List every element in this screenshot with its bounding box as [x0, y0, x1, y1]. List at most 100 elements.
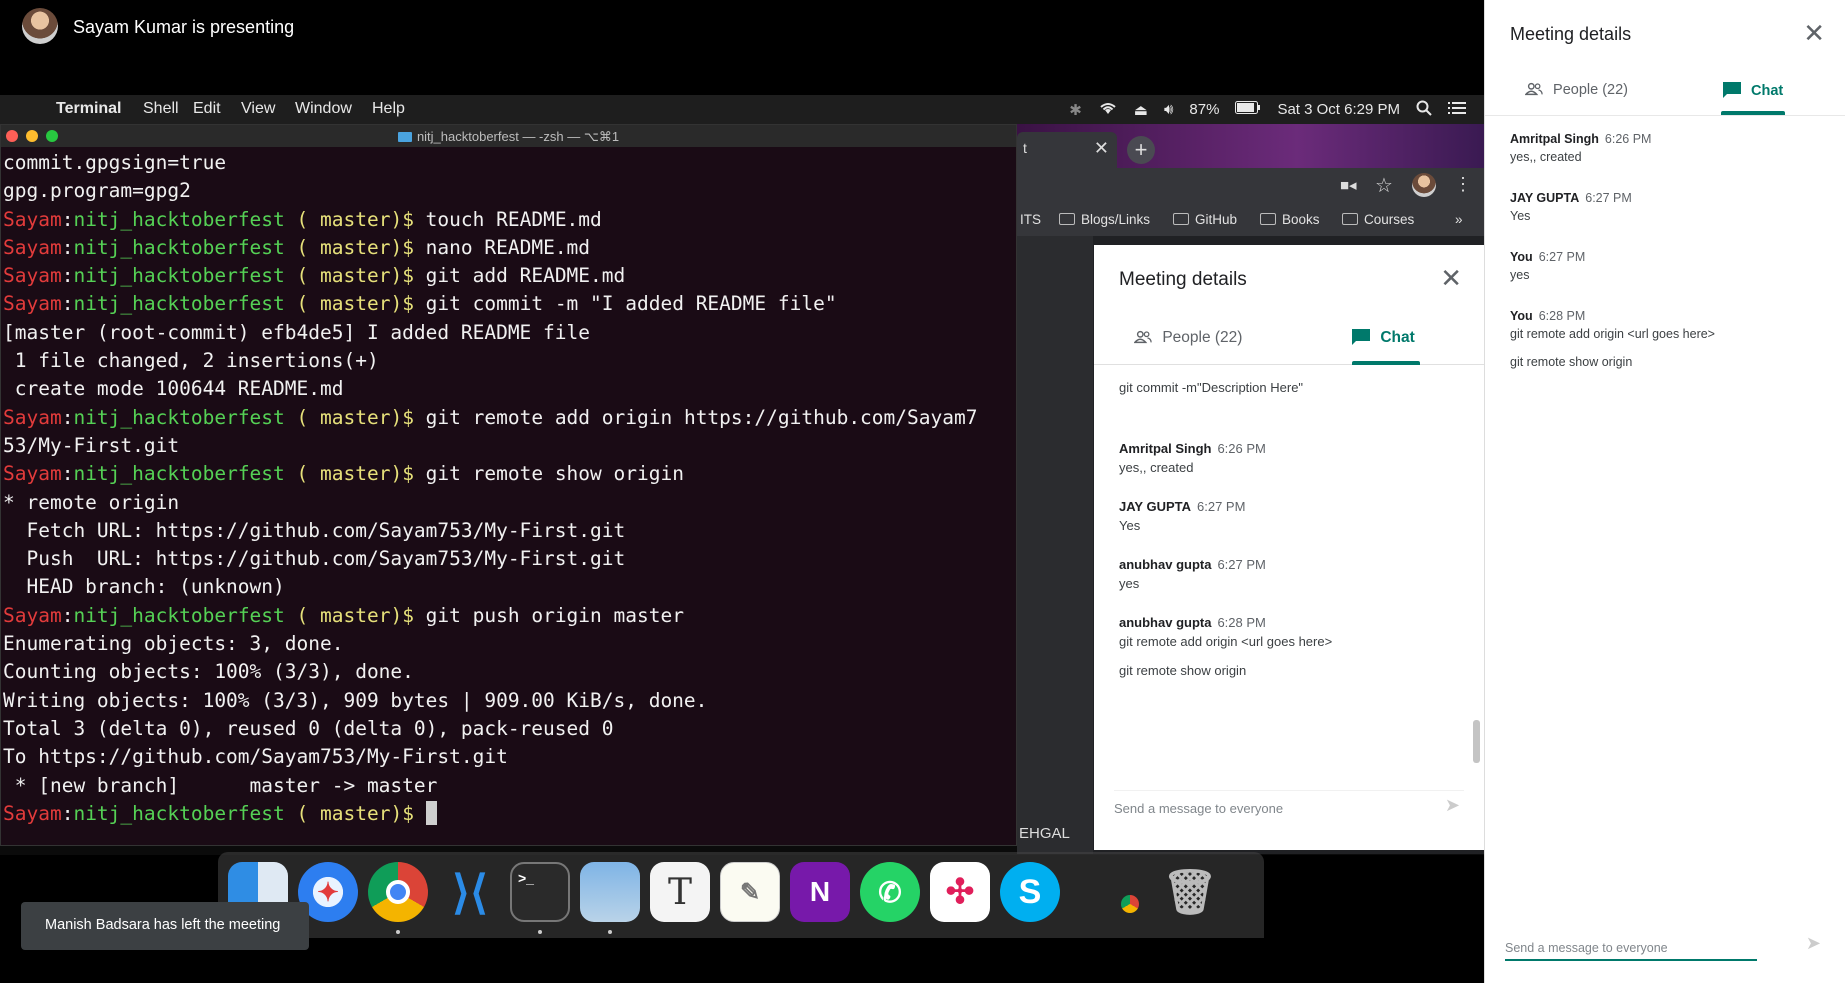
bookmark-blogs[interactable]: Blogs/Links: [1059, 212, 1150, 227]
terminal-line: Writing objects: 100% (3/3), 909 bytes |…: [3, 687, 1010, 715]
terminal-output-text: [master (root-commit) efb4de5] I added R…: [3, 320, 590, 344]
chrome-app-icon[interactable]: [1090, 862, 1150, 922]
textedit-icon[interactable]: T: [650, 862, 710, 922]
whatsapp-icon[interactable]: ✆: [860, 862, 920, 922]
bookmarks-bar: ITS Blogs/Links GitHub Books Courses »: [1017, 204, 1484, 236]
prompt-user: Sayam: [3, 264, 62, 288]
eject-icon[interactable]: ⏏: [1134, 101, 1148, 119]
prompt-branch: ( master)$: [296, 207, 414, 231]
bookmark-github[interactable]: GitHub: [1173, 212, 1237, 227]
trash-icon[interactable]: 🗑︎: [1160, 862, 1220, 922]
camera-icon[interactable]: ■◂: [1340, 176, 1357, 194]
bookmark-label: Blogs/Links: [1081, 212, 1151, 227]
menu-help[interactable]: Help: [372, 100, 405, 118]
terminal-output-text: create mode 100644 README.md: [3, 377, 344, 401]
panel-title: Meeting details: [1119, 269, 1247, 290]
new-tab-button[interactable]: +: [1127, 136, 1155, 164]
terminal-output-text: 1 file changed, 2 insertions(+): [3, 349, 379, 373]
bookmark-courses[interactable]: Courses: [1342, 212, 1414, 227]
panel-title: Meeting details: [1510, 24, 1632, 44]
terminal-line: HEAD branch: (unknown): [3, 573, 1010, 601]
panel-tabs: People (22) Chat: [1485, 70, 1845, 116]
terminal-line: Push URL: https://github.com/Sayam753/My…: [3, 545, 1010, 573]
terminal-command: git commit -m "I added README file": [413, 292, 837, 316]
scrollbar[interactable]: [1473, 720, 1480, 763]
close-icon[interactable]: ✕: [1440, 263, 1462, 294]
message-sender: JAY GUPTA: [1119, 499, 1192, 514]
chat-input[interactable]: Send a message to everyone: [1114, 790, 1464, 820]
chat-message: Amritpal Singh 6:26 PM yes,, created: [1119, 441, 1459, 475]
prompt-user: Sayam: [3, 603, 62, 627]
terminal-title: nitj_hacktoberfest — -zsh — ⌥⌘1: [1, 129, 1016, 145]
prompt-separator: :: [61, 235, 74, 259]
presenter-label: Sayam Kumar is presenting: [73, 17, 295, 37]
message-text: Yes: [1510, 209, 1531, 223]
bookmark-its[interactable]: ITS: [1020, 212, 1041, 227]
bookmark-star-icon[interactable]: ☆: [1375, 173, 1393, 198]
meeting-details-panel: Meeting details ✕ People (22) Chat Amrit…: [1484, 0, 1845, 983]
prompt-user: Sayam: [3, 801, 62, 825]
terminal-line: Sayam:nitj_hacktoberfest ( master)$ git …: [3, 404, 1010, 432]
menu-view[interactable]: View: [241, 100, 275, 118]
browser-menu-icon[interactable]: ⋮: [1454, 174, 1472, 195]
chat-input[interactable]: Send a message to everyone: [1505, 937, 1757, 961]
close-tab-icon[interactable]: ✕: [1094, 138, 1109, 159]
prompt-dir: nitj_hacktoberfest: [73, 462, 285, 486]
browser-tab[interactable]: t ✕: [1017, 132, 1117, 168]
terminal-line: commit.gpgsign=true: [3, 149, 1010, 177]
bluetooth-icon[interactable]: ✱: [1069, 101, 1082, 119]
chrome-icon[interactable]: [368, 862, 428, 922]
volume-icon[interactable]: 🔊︎: [1164, 101, 1173, 118]
bookmarks-overflow-icon[interactable]: »: [1455, 212, 1463, 227]
terminal-line: To https://github.com/Sayam753/My-First.…: [3, 743, 1010, 771]
send-icon[interactable]: ➤: [1806, 933, 1821, 954]
terminal-command: nano README.md: [413, 235, 591, 259]
terminal-icon[interactable]: >_: [510, 862, 570, 922]
folder-icon: [397, 132, 412, 142]
tab-people[interactable]: People (22): [1525, 82, 1628, 98]
tab-chat[interactable]: Chat: [1723, 82, 1783, 99]
send-icon[interactable]: ➤: [1445, 795, 1460, 816]
terminal-line: Total 3 (delta 0), reused 0 (delta 0), p…: [3, 715, 1010, 743]
battery-icon[interactable]: [1235, 101, 1261, 118]
menu-window[interactable]: Window: [295, 100, 352, 118]
shared-meeting-panel: Meeting details ✕ People (22) Chat git c…: [1094, 245, 1484, 850]
tab-chat[interactable]: Chat: [1352, 329, 1415, 347]
chat-message: Amritpal Singh 6:26 PM yes,, created: [1510, 132, 1830, 164]
message-time: 6:27 PM: [1585, 191, 1632, 205]
prompt-separator: :: [61, 405, 74, 429]
prompt-user: Sayam: [3, 462, 62, 486]
tab-people[interactable]: People (22): [1134, 329, 1242, 347]
message-text: yes: [1119, 576, 1140, 591]
profile-avatar[interactable]: [1412, 173, 1436, 197]
bookmark-label: Courses: [1364, 212, 1415, 227]
people-icon: [1134, 330, 1152, 344]
menu-shell[interactable]: Shell: [143, 100, 179, 118]
vscode-icon[interactable]: ⟩⟨: [440, 862, 500, 922]
running-indicator: [538, 930, 542, 934]
slack-icon[interactable]: ✣: [930, 862, 990, 922]
battery-percent: 87%: [1189, 101, 1220, 118]
message-time: 6:27 PM: [1217, 557, 1266, 572]
menu-edit[interactable]: Edit: [193, 100, 221, 118]
menubar-clock[interactable]: Sat 3 Oct 6:29 PM: [1277, 101, 1400, 118]
terminal-title-text: nitj_hacktoberfest — -zsh — ⌥⌘1: [416, 129, 620, 144]
bookmark-books[interactable]: Books: [1260, 212, 1320, 227]
notification-center-icon[interactable]: [1448, 101, 1466, 119]
avatar: [22, 8, 58, 44]
onenote-icon[interactable]: N: [790, 862, 850, 922]
terminal-line: * remote origin: [3, 489, 1010, 517]
terminal-output-text: Total 3 (delta 0), reused 0 (delta 0), p…: [3, 716, 614, 740]
notes-icon[interactable]: ✎: [720, 862, 780, 922]
close-icon[interactable]: ✕: [1803, 18, 1825, 49]
folder-icon: [1342, 213, 1358, 225]
spotlight-search-icon[interactable]: [1416, 100, 1432, 120]
message-time: 6:27 PM: [1538, 250, 1586, 264]
wifi-icon[interactable]: [1098, 101, 1118, 119]
preview-icon[interactable]: [580, 862, 640, 922]
message-text: Yes: [1119, 518, 1141, 533]
terminal-output-text: Counting objects: 100% (3/3), done.: [3, 660, 414, 684]
skype-icon[interactable]: S: [1000, 862, 1060, 922]
terminal-output[interactable]: commit.gpgsign=true gpg.program=gpg2 Sayam…: [3, 149, 1010, 845]
menu-terminal[interactable]: Terminal: [56, 100, 122, 118]
